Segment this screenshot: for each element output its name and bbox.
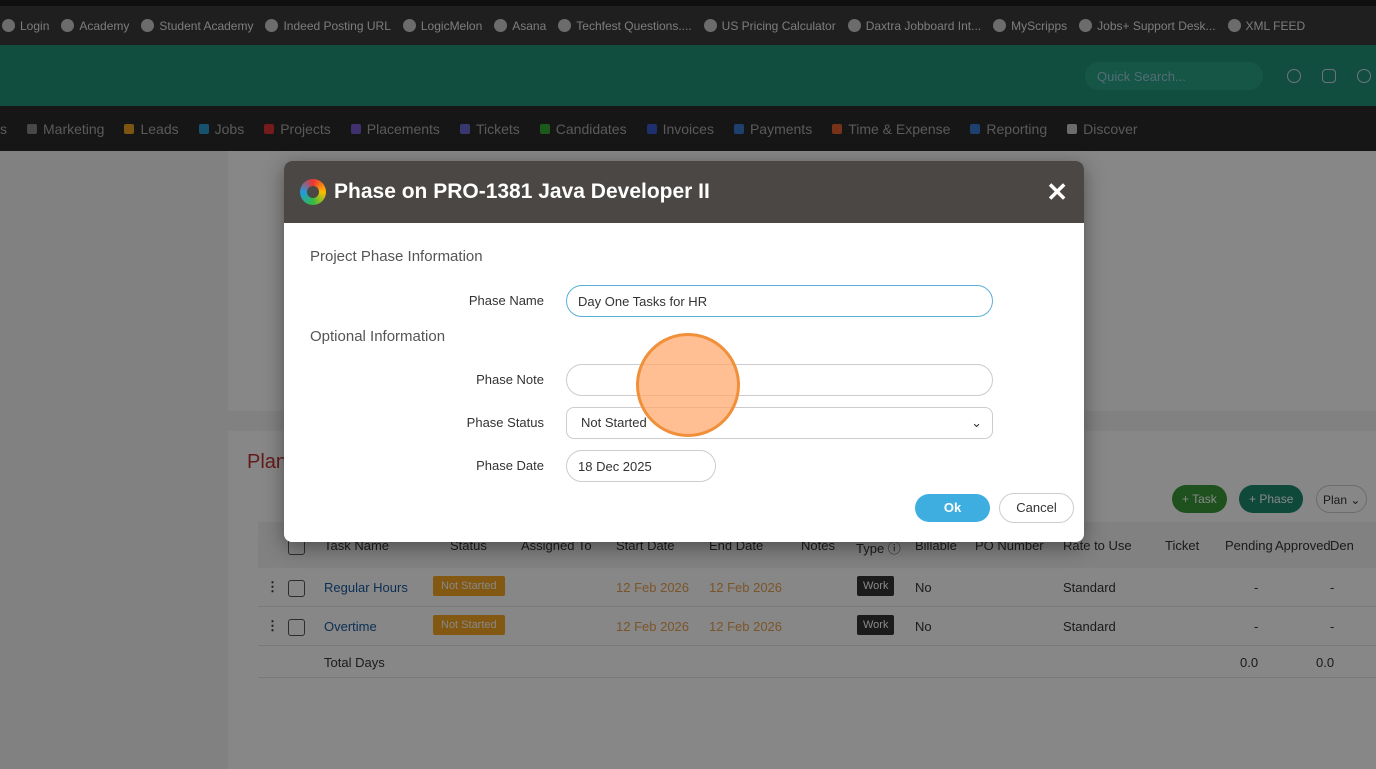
ok-button[interactable]: Ok <box>915 494 990 522</box>
phase-name-input[interactable] <box>566 285 993 317</box>
phase-date-label: Phase Date <box>476 458 544 473</box>
phase-status-value: Not Started <box>581 415 647 430</box>
cancel-button[interactable]: Cancel <box>999 493 1074 523</box>
phase-note-label: Phase Note <box>476 372 544 387</box>
chevron-down-icon: ⌄ <box>971 415 982 430</box>
phase-status-select[interactable]: Not Started ⌄ <box>566 407 993 439</box>
section-optional-info: Optional Information <box>310 328 446 345</box>
phase-name-label: Phase Name <box>468 293 544 308</box>
section-phase-info: Project Phase Information <box>310 248 483 265</box>
click-indicator <box>636 333 740 437</box>
dialog-title: Phase on PRO-1381 Java Developer II <box>334 180 710 203</box>
phase-date-input[interactable] <box>566 450 716 482</box>
phase-status-label: Phase Status <box>466 415 544 430</box>
app-logo-icon <box>300 179 326 205</box>
close-icon[interactable]: ✕ <box>1046 177 1068 208</box>
dialog-header: Phase on PRO-1381 Java Developer II ✕ <box>284 161 1084 223</box>
phase-note-input[interactable] <box>566 364 993 396</box>
